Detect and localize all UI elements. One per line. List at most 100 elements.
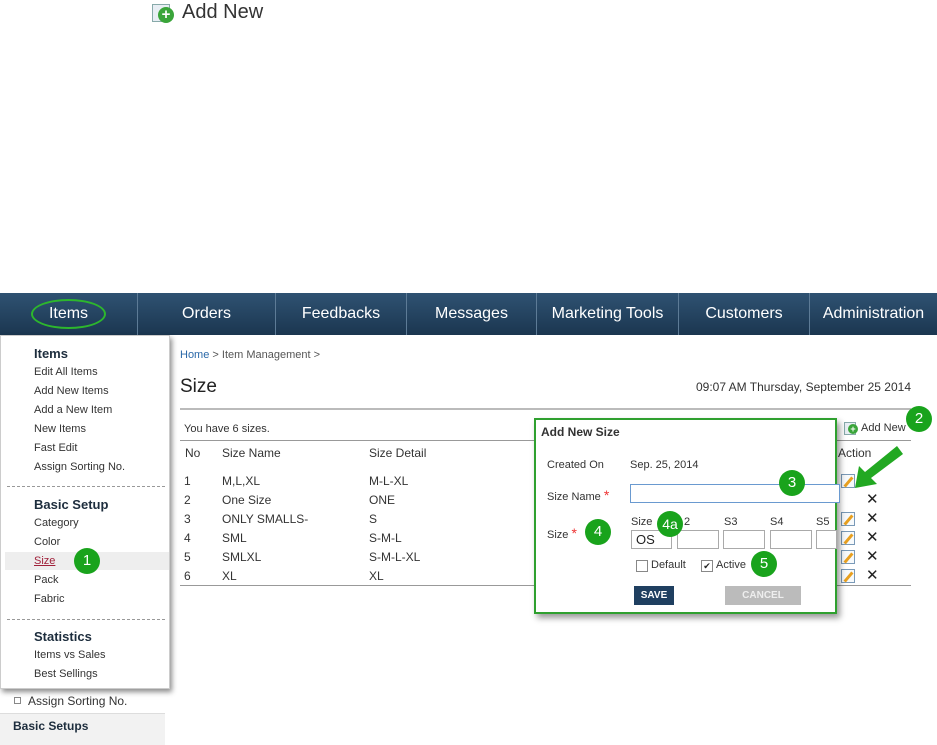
sidebar-basic-setups[interactable]: Basic Setups <box>13 719 88 733</box>
nav-feedbacks[interactable]: Feedbacks <box>276 293 407 335</box>
dialog-title: Add New Size <box>541 425 620 439</box>
cancel-button[interactable]: CANCEL <box>725 586 801 605</box>
cell-no: 2 <box>184 493 191 507</box>
cell-size-detail: XL <box>369 569 384 583</box>
required-mark: * <box>603 487 610 503</box>
delete-icon[interactable]: ✕ <box>866 492 879 507</box>
add-new-large[interactable]: + Add New <box>152 0 263 24</box>
step-badge-4: 4 <box>585 519 611 545</box>
size-col-label: 2 <box>684 516 691 528</box>
save-button[interactable]: SAVE <box>634 586 674 605</box>
cell-size-name: ONLY SMALLS- <box>222 512 309 526</box>
cell-size-detail: S <box>369 512 378 526</box>
dropdown-item-fast-edit[interactable]: Fast Edit <box>34 442 77 454</box>
add-new-button[interactable]: + Add New <box>844 421 906 435</box>
dropdown-item-items-vs-sales[interactable]: Items vs Sales <box>34 649 106 661</box>
add-new-size-dialog: Add New Size Created On Sep. 25, 2014 Si… <box>534 418 840 614</box>
nav-items[interactable]: Items <box>0 293 138 335</box>
edit-icon[interactable] <box>841 550 855 564</box>
cell-size-name: XL <box>222 569 237 583</box>
items-dropdown-menu: Items Edit All Items Add New Items Add a… <box>0 335 170 689</box>
dropdown-item-fabric[interactable]: Fabric <box>34 593 65 605</box>
add-new-label: Add New <box>861 421 906 434</box>
dropdown-item-assign-sorting[interactable]: Assign Sorting No. <box>34 461 125 473</box>
page-title: Size <box>180 376 217 397</box>
cell-no: 6 <box>184 569 191 583</box>
size-label: Size * <box>547 525 577 541</box>
cell-no: 3 <box>184 512 191 526</box>
size-count: You have 6 sizes. <box>184 423 270 435</box>
dropdown-divider <box>7 486 165 487</box>
default-checkbox[interactable] <box>636 560 648 572</box>
col-header-no: No <box>185 446 201 460</box>
cell-size-name: M,L,XL <box>222 474 261 488</box>
cell-size-detail: M-L-XL <box>369 474 409 488</box>
delete-icon[interactable]: ✕ <box>866 530 879 545</box>
size-name-input[interactable] <box>630 484 840 503</box>
dropdown-stats-header: Statistics <box>34 629 92 644</box>
step-badge-1: 1 <box>74 548 100 574</box>
delete-icon[interactable]: ✕ <box>866 568 879 583</box>
dropdown-item-add-new-items[interactable]: Add New Items <box>34 385 109 397</box>
delete-icon[interactable]: ✕ <box>866 549 879 564</box>
nav-marketing-tools[interactable]: Marketing Tools <box>537 293 679 335</box>
dropdown-item-add-a-new-item[interactable]: Add a New Item <box>34 404 112 416</box>
cell-size-detail: ONE <box>369 493 396 507</box>
pointer-arrow-icon <box>855 446 903 488</box>
dropdown-basic-header: Basic Setup <box>34 497 109 512</box>
edit-icon[interactable] <box>841 531 855 545</box>
dropdown-divider <box>7 619 165 620</box>
dropdown-item-new-items[interactable]: New Items <box>34 423 86 435</box>
active-checkbox[interactable]: ✔ <box>701 560 713 572</box>
step-badge-2: 2 <box>906 406 932 432</box>
step-badge-5: 5 <box>751 551 777 577</box>
add-new-large-label: Add New <box>182 0 264 23</box>
size-input-3[interactable] <box>723 530 765 549</box>
dropdown-item-best-sellings[interactable]: Best Sellings <box>34 668 98 680</box>
dropdown-item-category[interactable]: Category <box>34 517 79 529</box>
size-col-label: S5 <box>816 516 830 528</box>
size-col-label: S3 <box>724 516 738 528</box>
delete-icon[interactable]: ✕ <box>866 511 879 526</box>
size-input-5[interactable] <box>816 530 837 549</box>
size-input-4[interactable] <box>770 530 812 549</box>
nav-orders[interactable]: Orders <box>138 293 276 335</box>
required-mark: * <box>571 525 577 541</box>
size-input-2[interactable] <box>677 530 719 549</box>
sidebar-assign-sorting[interactable]: Assign Sorting No. <box>28 694 127 708</box>
edit-icon[interactable] <box>841 512 855 526</box>
dropdown-item-edit-all[interactable]: Edit All Items <box>34 366 98 378</box>
nav-administration[interactable]: Administration <box>810 293 937 335</box>
datetime: 09:07 AM Thursday, September 25 2014 <box>695 380 911 394</box>
edit-icon[interactable] <box>841 569 855 583</box>
default-label: Default <box>651 559 686 571</box>
col-header-size-detail: Size Detail <box>369 446 427 460</box>
breadcrumb-item-management[interactable]: Item Management <box>222 349 311 361</box>
breadcrumb: Home > Item Management > <box>180 349 321 361</box>
sidebar-under: Assign Sorting No. Basic Setups <box>0 689 165 745</box>
dropdown-item-pack[interactable]: Pack <box>34 574 58 586</box>
dropdown-item-size[interactable]: Size <box>34 555 55 567</box>
created-on-value: Sep. 25, 2014 <box>630 459 699 471</box>
dropdown-item-color[interactable]: Color <box>34 536 60 548</box>
nav-messages[interactable]: Messages <box>407 293 537 335</box>
add-new-icon: + <box>844 421 858 435</box>
dropdown-items-header: Items <box>34 346 68 361</box>
add-new-icon: + <box>152 2 174 23</box>
size-col-label: Size <box>631 516 653 528</box>
col-header-size-name: Size Name <box>222 446 281 460</box>
created-on-label: Created On <box>547 459 604 471</box>
step-badge-4a: 4a <box>657 511 683 537</box>
size-name-label: Size Name * <box>547 487 610 503</box>
breadcrumb-home[interactable]: Home <box>180 349 209 361</box>
title-divider <box>180 408 911 410</box>
nav-customers[interactable]: Customers <box>679 293 810 335</box>
cell-size-detail: S-M-L <box>369 531 402 545</box>
active-label: Active <box>716 559 746 571</box>
cell-size-name: SML <box>222 531 247 545</box>
cell-no: 5 <box>184 550 191 564</box>
cell-no: 4 <box>184 531 191 545</box>
size-col-label: S4 <box>770 516 784 528</box>
main-nav: Items Orders Feedbacks Messages Marketin… <box>0 293 937 335</box>
cell-size-detail: S-M-L-XL <box>369 550 421 564</box>
